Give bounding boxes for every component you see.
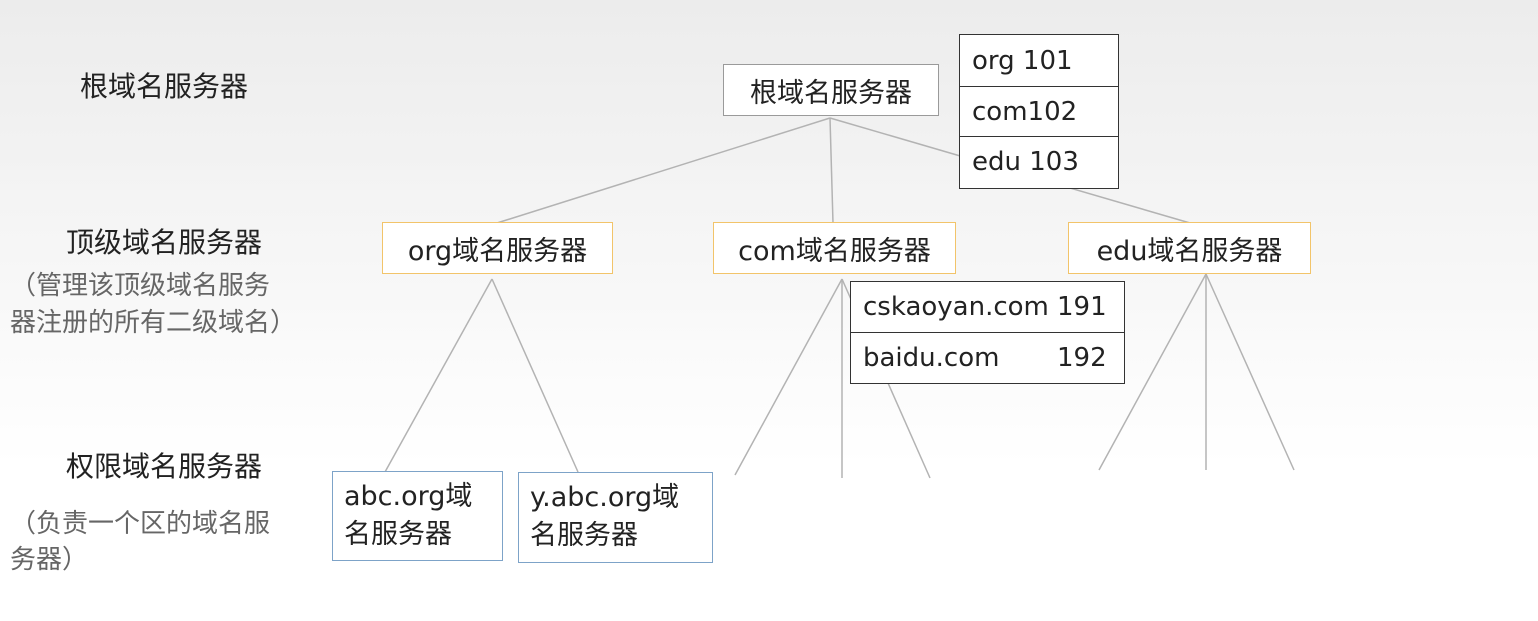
level-note-tld-line2: 器注册的所有二级域名） bbox=[10, 308, 297, 338]
root-table-entry: edu 103 bbox=[972, 147, 1079, 177]
edge-org-abc bbox=[384, 278, 493, 473]
com-server-label: com域名服务器 bbox=[738, 235, 931, 267]
y-abc-org-server-label-line1: y.abc.org域 bbox=[530, 482, 680, 513]
root-table-entry: org 101 bbox=[972, 45, 1073, 76]
org-server-label: org域名服务器 bbox=[407, 235, 588, 267]
root-server-label: 根域名服务器 bbox=[750, 77, 912, 109]
com-table-ip: 191 bbox=[1057, 292, 1107, 322]
y-abc-org-server-label-line2: 名服务器 bbox=[530, 520, 638, 551]
root-table-entry: com102 bbox=[972, 96, 1078, 127]
com-table-domain: baidu.com bbox=[863, 342, 1000, 373]
org-server-node: org域名服务器 bbox=[382, 222, 613, 274]
root-table-row: org 101 bbox=[960, 35, 1118, 86]
root-table-row: edu 103 bbox=[960, 136, 1118, 187]
edge-org-yabc bbox=[491, 278, 579, 473]
root-server-node: 根域名服务器 bbox=[723, 64, 939, 116]
level-note-authoritative-line1: （负责一个区的域名服 bbox=[10, 509, 271, 539]
level-label-authoritative: 权限域名服务器 bbox=[66, 450, 263, 483]
level-label-root: 根域名服务器 bbox=[80, 70, 249, 103]
y-abc-org-server-node: y.abc.org域 名服务器 bbox=[518, 472, 713, 563]
abc-org-server-label-line1: abc.org域 bbox=[344, 481, 473, 512]
edge-root-com bbox=[829, 117, 834, 224]
edge-com-left bbox=[734, 278, 843, 476]
root-server-table: org 101 com102 edu 103 bbox=[959, 34, 1119, 189]
level-note-authoritative-line2: 务器） bbox=[10, 545, 89, 575]
com-table-row: cskaoyan.com 191 bbox=[851, 282, 1124, 332]
edge-root-org bbox=[496, 117, 831, 224]
abc-org-server-label-line2: 名服务器 bbox=[344, 519, 452, 550]
com-table-ip: 192 bbox=[1057, 342, 1107, 373]
com-table-domain: cskaoyan.com bbox=[863, 292, 1049, 322]
level-note-tld-line1: （管理该顶级域名服务 bbox=[10, 271, 271, 301]
edu-server-label: edu域名服务器 bbox=[1096, 235, 1283, 267]
root-table-row: com102 bbox=[960, 86, 1118, 136]
level-label-tld: 顶级域名服务器 bbox=[66, 226, 263, 259]
edge-edu-right bbox=[1205, 273, 1295, 471]
abc-org-server-node: abc.org域 名服务器 bbox=[332, 471, 503, 561]
com-table-row: baidu.com 192 bbox=[851, 332, 1124, 382]
edu-server-node: edu域名服务器 bbox=[1068, 222, 1311, 274]
com-server-table: cskaoyan.com 191 baidu.com 192 bbox=[850, 281, 1125, 384]
com-server-node: com域名服务器 bbox=[713, 222, 956, 274]
